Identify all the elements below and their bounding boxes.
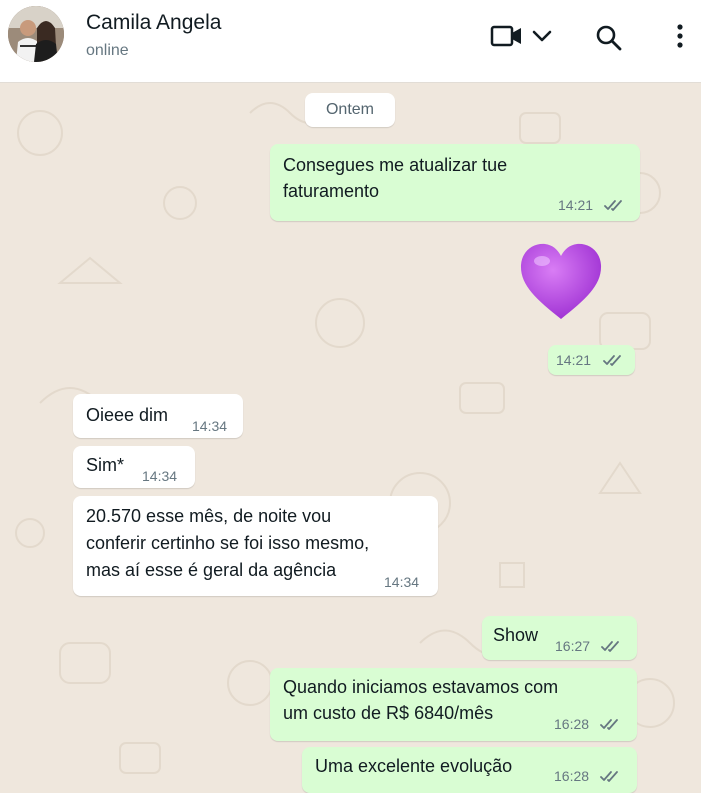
message-text: Oieee dim <box>86 405 169 425</box>
date-divider: Ontem <box>305 93 395 127</box>
message-outgoing[interactable]: Show 16:27 <box>482 616 637 660</box>
message-text: faturamento <box>283 181 380 201</box>
message-time: 14:34 <box>142 468 178 484</box>
read-receipt-icon <box>600 771 618 782</box>
read-receipt-icon <box>600 719 618 730</box>
contact-status: online <box>86 42 129 59</box>
chat-header: Camila Angela online <box>0 0 701 83</box>
read-receipt-icon <box>603 355 621 366</box>
message-outgoing-meta[interactable]: 14:21 <box>548 345 635 375</box>
message-incoming[interactable]: Sim* 14:34 <box>73 446 195 488</box>
message-time: 14:21 <box>558 197 594 213</box>
read-receipt-icon <box>601 641 619 652</box>
message-text: Show <box>493 625 539 645</box>
message-time: 14:34 <box>192 418 228 434</box>
message-text: conferir certinho se foi isso mesmo, <box>86 533 370 553</box>
message-text: Uma excelente evolução <box>315 756 513 776</box>
read-receipt-icon <box>604 200 622 211</box>
message-text: Sim* <box>86 455 125 475</box>
purple-heart-emoji[interactable] <box>518 241 604 323</box>
message-time: 16:28 <box>554 716 590 732</box>
message-outgoing[interactable]: Uma excelente evolução 16:28 <box>302 747 637 793</box>
message-text: mas aí esse é geral da agência <box>86 560 337 580</box>
message-text: 20.570 esse mês, de noite vou <box>86 506 332 526</box>
video-call-icon[interactable] <box>490 24 524 48</box>
message-outgoing[interactable]: Consegues me atualizar tue faturamento 1… <box>270 144 640 221</box>
message-time: 16:27 <box>555 638 591 654</box>
message-incoming[interactable]: Oieee dim 14:34 <box>73 394 243 438</box>
message-time: 16:28 <box>554 768 590 784</box>
message-incoming[interactable]: 20.570 esse mês, de noite vou conferir c… <box>73 496 438 596</box>
chevron-down-icon[interactable] <box>531 28 553 44</box>
message-outgoing[interactable]: Quando iniciamos estavamos com um custo … <box>270 668 637 741</box>
message-text: um custo de R$ 6840/mês <box>283 703 494 723</box>
message-time: 14:34 <box>384 574 420 590</box>
chat-area[interactable]: Ontem Consegues me atualizar tue faturam… <box>0 83 701 793</box>
search-icon[interactable] <box>594 23 624 53</box>
message-text: Consegues me atualizar tue <box>283 155 508 175</box>
contact-avatar[interactable] <box>8 6 64 62</box>
more-vertical-icon[interactable] <box>672 22 688 52</box>
contact-name[interactable]: Camila Angela <box>86 11 221 35</box>
message-time: 14:21 <box>556 352 592 368</box>
message-text: Quando iniciamos estavamos com <box>283 677 559 697</box>
